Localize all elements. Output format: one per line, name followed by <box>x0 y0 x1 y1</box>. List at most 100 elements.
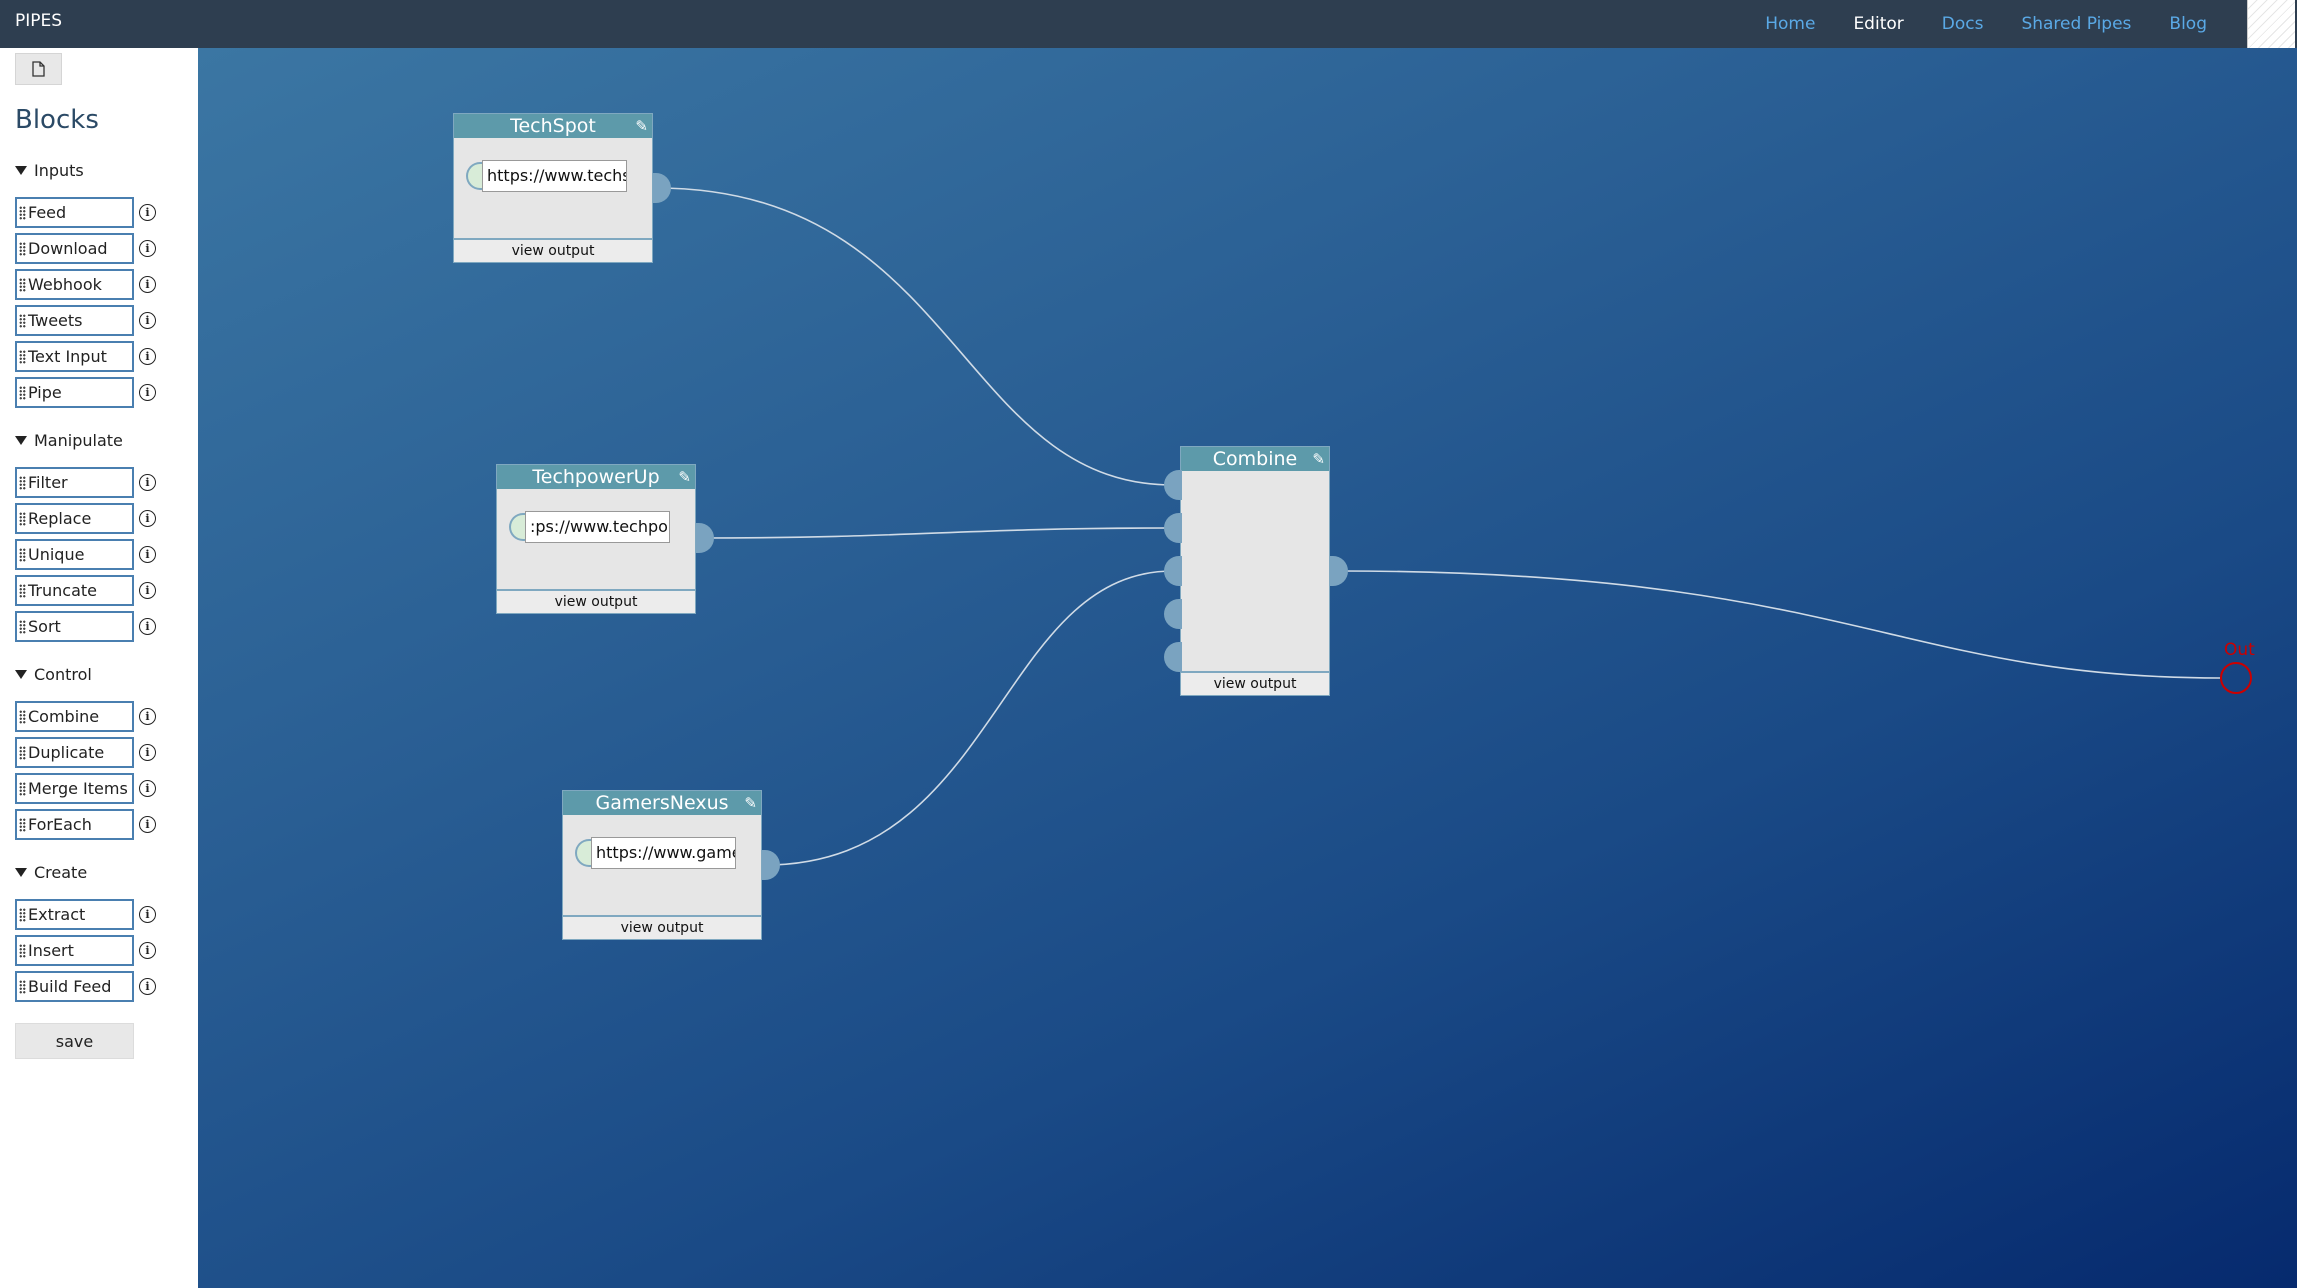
block-download[interactable]: Download <box>15 233 134 264</box>
file-icon <box>32 61 45 77</box>
block-label: Merge Items <box>28 779 128 798</box>
block-label: ForEach <box>28 815 92 834</box>
section-inputs[interactable]: Inputs <box>15 161 84 180</box>
view-output-button[interactable]: view output <box>454 238 652 262</box>
block-filter[interactable]: Filter <box>15 467 134 498</box>
url-input[interactable]: https://www.game <box>591 837 736 869</box>
pencil-icon[interactable]: ✎ <box>635 114 648 138</box>
brand-logo[interactable]: PIPES <box>15 0 62 42</box>
info-icon[interactable]: i <box>139 582 156 599</box>
info-icon[interactable]: i <box>139 708 156 725</box>
url-input[interactable]: :ps://www.techpo <box>525 511 670 543</box>
drag-handle-icon <box>19 709 26 724</box>
view-output-button[interactable]: view output <box>1181 671 1329 695</box>
block-label: Filter <box>28 473 68 492</box>
info-icon[interactable]: i <box>139 780 156 797</box>
block-combine[interactable]: Combine <box>15 701 134 732</box>
drag-handle-icon <box>19 385 26 400</box>
info-icon[interactable]: i <box>139 744 156 761</box>
view-output-button[interactable]: view output <box>563 915 761 939</box>
info-icon[interactable]: i <box>139 276 156 293</box>
info-icon[interactable]: i <box>139 348 156 365</box>
view-output-button[interactable]: view output <box>497 589 695 613</box>
node-header[interactable]: TechSpot ✎ <box>454 114 652 138</box>
node-gamersnexus[interactable]: GamersNexus ✎ https://www.game view outp… <box>562 790 762 940</box>
node-header[interactable]: GamersNexus ✎ <box>563 791 761 815</box>
node-title: GamersNexus <box>595 792 729 814</box>
block-extract[interactable]: Extract <box>15 899 134 930</box>
block-label: Build Feed <box>28 977 112 996</box>
editor-canvas[interactable]: TechSpot ✎ https://www.techs view output… <box>198 48 2297 1288</box>
section-control[interactable]: Control <box>15 665 92 684</box>
block-label: Combine <box>28 707 100 726</box>
url-field-group: https://www.techs <box>466 160 627 192</box>
block-unique[interactable]: Unique <box>15 539 134 570</box>
section-manipulate[interactable]: Manipulate <box>15 431 123 450</box>
pencil-icon[interactable]: ✎ <box>1312 447 1325 471</box>
sidebar-title: Blocks <box>15 105 99 135</box>
info-icon[interactable]: i <box>139 618 156 635</box>
node-techspot[interactable]: TechSpot ✎ https://www.techs view output <box>453 113 653 263</box>
info-icon[interactable]: i <box>139 240 156 257</box>
url-field-group: https://www.game <box>575 837 736 869</box>
save-button[interactable]: save <box>15 1023 134 1059</box>
info-icon[interactable]: i <box>139 510 156 527</box>
info-icon[interactable]: i <box>139 474 156 491</box>
section-label: Create <box>34 863 88 882</box>
node-techpowerup[interactable]: TechpowerUp ✎ :ps://www.techpo view outp… <box>496 464 696 614</box>
nav-shared-pipes[interactable]: Shared Pipes <box>2021 14 2131 34</box>
block-foreach[interactable]: ForEach <box>15 809 134 840</box>
block-text-input[interactable]: Text Input <box>15 341 134 372</box>
drag-handle-icon <box>19 745 26 760</box>
blocks-sidebar: Blocks Inputs Feed i Download i Webhook … <box>0 48 198 1288</box>
nav-blog[interactable]: Blog <box>2169 14 2207 34</box>
block-webhook[interactable]: Webhook <box>15 269 134 300</box>
block-build-feed[interactable]: Build Feed <box>15 971 134 1002</box>
info-icon[interactable]: i <box>139 546 156 563</box>
main-nav: Home Editor Docs Shared Pipes Blog <box>1765 0 2297 48</box>
section-create[interactable]: Create <box>15 863 87 882</box>
block-label: Tweets <box>28 311 83 330</box>
block-tweets[interactable]: Tweets <box>15 305 134 336</box>
pipe-output-terminal[interactable] <box>2220 662 2252 694</box>
nav-home[interactable]: Home <box>1765 14 1815 34</box>
drag-handle-icon <box>19 979 26 994</box>
info-icon[interactable]: i <box>139 942 156 959</box>
node-combine[interactable]: Combine ✎ view output <box>1180 446 1330 696</box>
block-label: Replace <box>28 509 92 528</box>
block-label: Insert <box>28 941 74 960</box>
block-sort[interactable]: Sort <box>15 611 134 642</box>
nav-docs[interactable]: Docs <box>1942 14 1984 34</box>
block-label: Feed <box>28 203 67 222</box>
pencil-icon[interactable]: ✎ <box>744 791 757 815</box>
block-insert[interactable]: Insert <box>15 935 134 966</box>
node-title: TechSpot <box>510 115 596 137</box>
info-icon[interactable]: i <box>139 978 156 995</box>
block-label: Download <box>28 239 108 258</box>
block-truncate[interactable]: Truncate <box>15 575 134 606</box>
new-pipe-button[interactable] <box>15 53 62 85</box>
block-replace[interactable]: Replace <box>15 503 134 534</box>
block-label: Duplicate <box>28 743 105 762</box>
info-icon[interactable]: i <box>139 312 156 329</box>
url-input[interactable]: https://www.techs <box>482 160 627 192</box>
drag-handle-icon <box>19 313 26 328</box>
info-icon[interactable]: i <box>139 204 156 221</box>
node-title: TechpowerUp <box>532 466 660 488</box>
nav-editor[interactable]: Editor <box>1853 14 1903 34</box>
block-label: Pipe <box>28 383 62 402</box>
info-icon[interactable]: i <box>139 816 156 833</box>
info-icon[interactable]: i <box>139 384 156 401</box>
block-pipe[interactable]: Pipe <box>15 377 134 408</box>
node-header[interactable]: Combine ✎ <box>1181 447 1329 471</box>
pencil-icon[interactable]: ✎ <box>678 465 691 489</box>
info-icon[interactable]: i <box>139 906 156 923</box>
block-duplicate[interactable]: Duplicate <box>15 737 134 768</box>
node-header[interactable]: TechpowerUp ✎ <box>497 465 695 489</box>
block-merge-items[interactable]: Merge Items <box>15 773 134 804</box>
drag-handle-icon <box>19 619 26 634</box>
block-feed[interactable]: Feed <box>15 197 134 228</box>
section-label: Inputs <box>34 161 84 180</box>
user-avatar[interactable] <box>2247 0 2295 48</box>
drag-handle-icon <box>19 475 26 490</box>
